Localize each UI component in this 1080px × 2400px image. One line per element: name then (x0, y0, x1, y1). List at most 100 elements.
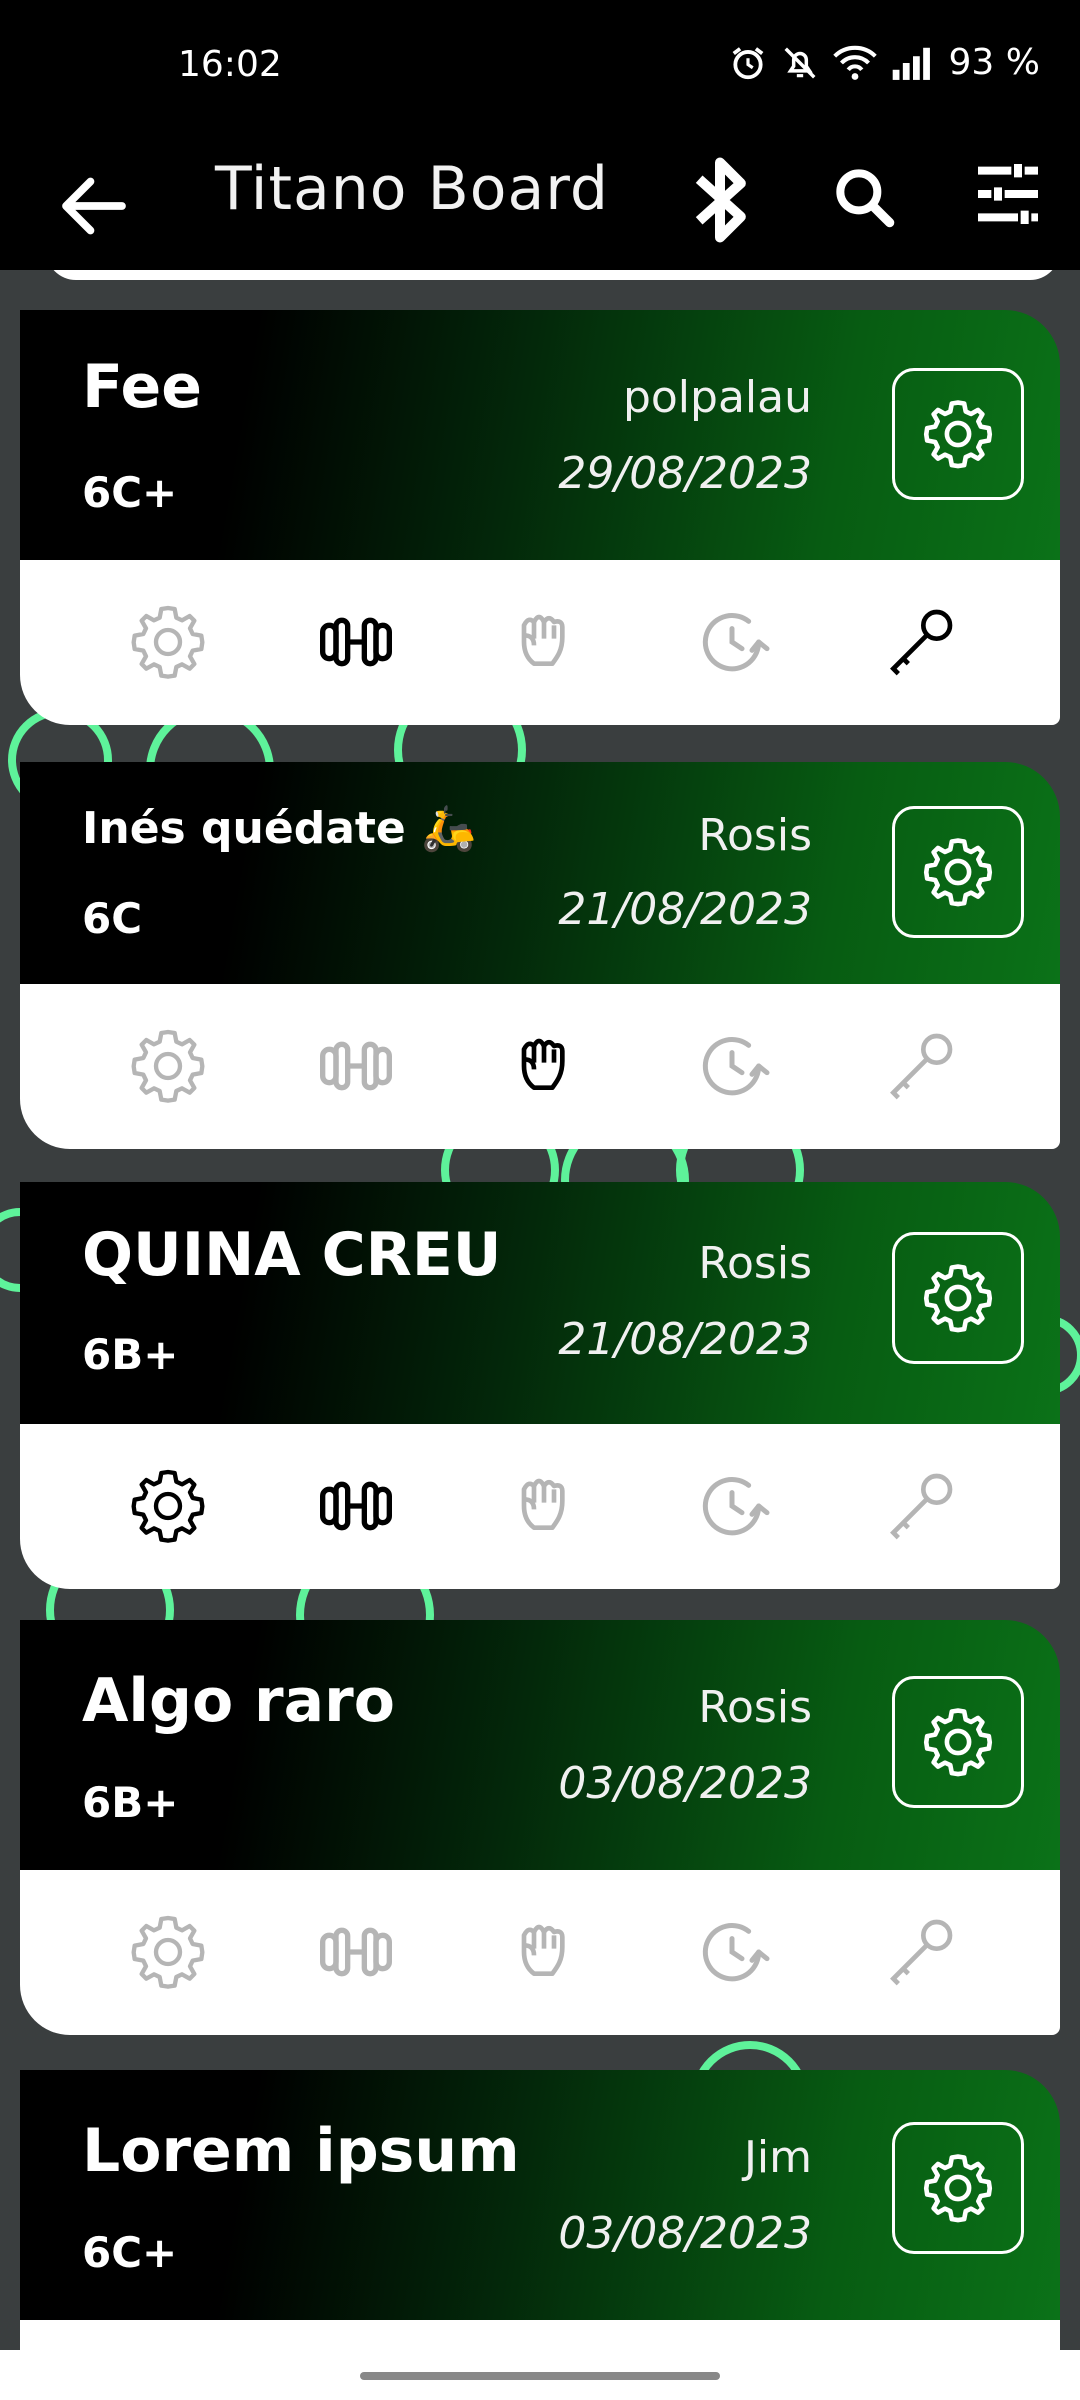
key-icon (890, 1919, 953, 1986)
route-settings-button[interactable] (892, 2122, 1024, 2254)
route-name: Algo raro (82, 1666, 395, 1736)
feature-timer (692, 602, 772, 682)
dumbbell-icon (320, 1927, 392, 1977)
gear-icon (131, 1469, 205, 1543)
route-settings-button[interactable] (892, 1232, 1024, 1364)
feature-key (880, 1912, 960, 1992)
feature-timer (692, 1026, 772, 1106)
route-card-header[interactable]: QUINA CREU 6B+ Rosis 21/08/2023 (20, 1182, 1060, 1424)
route-card[interactable]: Fee 6C+ polpalau 29/08/2023 (20, 310, 1060, 725)
route-author: Rosis (698, 1238, 812, 1289)
dumbbell-icon (320, 617, 392, 667)
home-gesture-handle[interactable] (360, 2372, 720, 2380)
bluetooth-button[interactable] (685, 150, 755, 250)
route-card[interactable]: Algo raro 6B+ Rosis 03/08/2023 (20, 1620, 1060, 2035)
feature-dumbbell (316, 1912, 396, 1992)
route-card-header[interactable]: Lorem ipsum 6C+ Jim 03/08/2023 (20, 2070, 1060, 2320)
wifi-icon (832, 45, 877, 80)
dumbbell-icon (320, 1041, 392, 1091)
route-grade: 6C+ (82, 468, 178, 517)
hand-icon (521, 614, 565, 666)
route-date: 21/08/2023 (558, 884, 812, 935)
feature-dumbbell (316, 602, 396, 682)
route-grade: 6C (82, 894, 143, 943)
hand-icon (521, 1038, 565, 1090)
tune-icon (978, 164, 1038, 224)
route-grade: 6B+ (82, 1330, 179, 1379)
previous-card-edge (46, 270, 1060, 280)
feature-settings (128, 602, 208, 682)
gear-icon (923, 838, 993, 907)
timer-icon (702, 1477, 770, 1536)
feature-dumbbell (316, 1026, 396, 1106)
route-name: Inés quédate 🛵 (82, 803, 476, 854)
route-card[interactable]: Inés quédate 🛵 6C Rosis 21/08/2023 (20, 762, 1060, 1149)
feature-hand (504, 1466, 584, 1546)
feature-timer (692, 1912, 772, 1992)
alarm-icon (732, 46, 763, 79)
feature-hand (504, 1912, 584, 1992)
gear-icon (923, 1264, 993, 1333)
status-icons: 93 % (729, 42, 1040, 83)
route-author: polpalau (622, 372, 812, 423)
signal-icon (892, 47, 930, 80)
timer-icon (702, 1923, 770, 1982)
route-card[interactable]: QUINA CREU 6B+ Rosis 21/08/2023 (20, 1182, 1060, 1589)
search-icon (836, 169, 895, 228)
app-bar: Titano Board (0, 140, 1080, 270)
route-settings-button[interactable] (892, 806, 1024, 938)
gear-icon (923, 400, 993, 469)
route-settings-button[interactable] (892, 368, 1024, 500)
bluetooth-icon (695, 157, 746, 243)
feature-settings (128, 1026, 208, 1106)
route-author: Jim (743, 2132, 812, 2183)
route-features (20, 984, 1060, 1149)
key-icon (890, 609, 953, 676)
route-card[interactable]: Lorem ipsum 6C+ Jim 03/08/2023 (20, 2070, 1060, 2350)
gear-icon (923, 2154, 993, 2223)
board-list[interactable]: Fee 6C+ polpalau 29/08/2023 Inés quédate… (0, 270, 1080, 2350)
timer-icon (702, 613, 770, 672)
hand-icon (521, 1924, 565, 1976)
search-button[interactable] (828, 158, 902, 238)
feature-settings (128, 1912, 208, 1992)
route-features (20, 560, 1060, 725)
gear-icon (923, 1708, 993, 1777)
gear-icon (131, 1915, 205, 1989)
system-nav-bar (0, 2350, 1080, 2400)
route-grade: 6C+ (82, 2228, 178, 2277)
route-name: Fee (82, 352, 202, 422)
key-icon (890, 1473, 953, 1540)
status-bar: 16:02 93 % (0, 0, 1080, 140)
route-author: Rosis (698, 810, 812, 861)
status-time: 16:02 (178, 44, 282, 85)
route-features (20, 1870, 1060, 2035)
feature-hand (504, 1026, 584, 1106)
feature-key (880, 1466, 960, 1546)
route-date: 03/08/2023 (558, 2208, 812, 2259)
battery-level: 93 % (948, 42, 1040, 83)
route-card-header[interactable]: Fee 6C+ polpalau 29/08/2023 (20, 310, 1060, 560)
mute-icon (784, 47, 816, 78)
route-card-header[interactable]: Algo raro 6B+ Rosis 03/08/2023 (20, 1620, 1060, 1870)
route-card-header[interactable]: Inés quédate 🛵 6C Rosis 21/08/2023 (20, 762, 1060, 984)
feature-key (880, 1026, 960, 1106)
feature-dumbbell (316, 1466, 396, 1546)
route-settings-button[interactable] (892, 1676, 1024, 1808)
back-button[interactable] (52, 164, 136, 248)
route-name: QUINA CREU (82, 1220, 502, 1290)
arrow-left-icon (62, 177, 126, 235)
gear-icon (131, 1029, 205, 1103)
route-name: Lorem ipsum (82, 2116, 520, 2186)
route-date: 29/08/2023 (558, 448, 812, 499)
gear-icon (131, 605, 205, 679)
page-title: Titano Board (215, 154, 609, 224)
route-features (20, 2320, 1060, 2350)
route-grade: 6B+ (82, 1778, 179, 1827)
hand-icon (521, 1478, 565, 1530)
timer-icon (702, 1037, 770, 1096)
route-date: 21/08/2023 (558, 1314, 812, 1365)
dumbbell-icon (320, 1481, 392, 1531)
feature-timer (692, 1466, 772, 1546)
filter-button[interactable] (968, 154, 1048, 234)
